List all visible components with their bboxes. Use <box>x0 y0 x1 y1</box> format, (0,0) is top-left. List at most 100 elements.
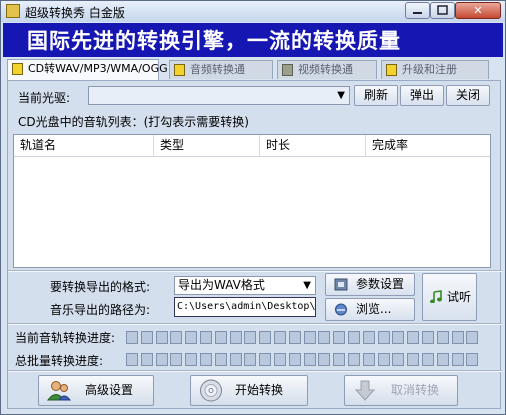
current-progress-label: 当前音轨转换进度: <box>15 331 116 345</box>
browse-button-label: 浏览... <box>356 302 392 316</box>
audio-tab-icon <box>174 64 185 76</box>
cd-disc-icon <box>200 379 222 402</box>
cd-convert-panel: 当前光驱: ▼ 刷新 弹出 关闭 CD光盘中的音轨列表：(打勾表示需要转换) 轨… <box>7 80 502 409</box>
tab-video-convert[interactable]: 视频转换通 <box>277 60 377 79</box>
progress-segment <box>185 331 198 344</box>
progress-segment <box>303 331 316 344</box>
video-tab-icon <box>282 64 293 76</box>
total-progress-label: 总批量转换进度: <box>15 354 104 368</box>
advanced-settings-label: 高级设置 <box>85 383 134 397</box>
progress-segment <box>451 331 464 344</box>
tab-upgrade-register[interactable]: 升级和注册 <box>381 60 489 79</box>
progress-segment <box>466 331 479 344</box>
divider <box>8 323 502 325</box>
track-list-header: 轨道名 类型 时长 完成率 <box>14 135 490 157</box>
progress-segment <box>303 353 316 366</box>
advanced-settings-button[interactable]: 高级设置 <box>38 375 154 406</box>
arrow-down-icon <box>354 380 376 401</box>
progress-segment <box>436 331 449 344</box>
progress-segment <box>155 331 168 344</box>
progress-segment <box>126 331 138 344</box>
column-header-completion[interactable]: 完成率 <box>366 135 490 156</box>
format-select[interactable]: 导出为WAV格式 ▼ <box>174 276 316 295</box>
progress-segment <box>170 353 183 366</box>
drive-select[interactable]: ▼ <box>88 86 350 105</box>
banner-text: 国际先进的转换引擎，一流的转换质量 <box>27 29 401 53</box>
progress-segment <box>436 353 449 366</box>
app-window: 超级转换秀 白金版 ✕ 国际先进的转换引擎，一流的转换质量 CD转WAV/MP3… <box>0 0 506 415</box>
listen-button[interactable]: 试听 <box>422 273 477 321</box>
progress-segment <box>318 331 331 344</box>
progress-segment <box>229 353 242 366</box>
refresh-button[interactable]: 刷新 <box>354 85 398 106</box>
progress-segment <box>200 353 212 366</box>
current-track-progress <box>126 331 481 345</box>
progress-segment <box>362 353 375 366</box>
column-header-duration[interactable]: 时长 <box>260 135 366 156</box>
drive-label: 当前光驱: <box>18 91 71 105</box>
progress-segment <box>362 331 375 344</box>
chevron-down-icon: ▼ <box>303 280 311 291</box>
progress-segment <box>155 353 168 366</box>
window-title: 超级转换秀 白金版 <box>25 6 125 20</box>
tab-audio-convert[interactable]: 音频转换通 <box>169 60 273 79</box>
column-header-type[interactable]: 类型 <box>154 135 260 156</box>
minimize-button[interactable] <box>405 2 430 19</box>
progress-segment <box>407 353 420 366</box>
params-button-label: 参数设置 <box>356 277 405 291</box>
listen-button-label: 试听 <box>447 290 472 304</box>
progress-segment <box>214 353 227 366</box>
app-icon <box>6 4 20 18</box>
eject-button[interactable]: 弹出 <box>400 85 444 106</box>
music-note-icon <box>430 290 442 303</box>
format-select-value: 导出为WAV格式 <box>178 278 265 292</box>
cd-tab-icon <box>12 63 23 75</box>
progress-segment <box>451 353 464 366</box>
banner: 国际先进的转换引擎，一流的转换质量 <box>3 23 503 57</box>
progress-segment <box>422 353 434 366</box>
start-convert-button[interactable]: 开始转换 <box>190 375 308 406</box>
chevron-down-icon: ▼ <box>337 90 345 101</box>
track-list[interactable]: 轨道名 类型 时长 完成率 <box>13 134 491 268</box>
tab-cd-convert[interactable]: CD转WAV/MP3/WMA/OGG <box>7 59 168 80</box>
progress-segment <box>377 353 390 366</box>
progress-segment <box>333 353 346 366</box>
close-icon: ✕ <box>473 4 483 17</box>
folder-tab-icon <box>386 64 397 76</box>
title-bar[interactable]: 超级转换秀 白金版 ✕ <box>1 1 505 22</box>
maximize-icon <box>437 5 448 15</box>
browse-icon <box>335 303 347 316</box>
progress-segment <box>422 331 434 344</box>
close-tray-button[interactable]: 关闭 <box>446 85 490 106</box>
progress-segment <box>244 353 257 366</box>
tracklist-caption: CD光盘中的音轨列表：(打勾表示需要转换) <box>18 115 249 129</box>
cancel-convert-button[interactable]: 取消转换 <box>344 375 458 406</box>
tab-label: 升级和注册 <box>402 63 457 76</box>
tab-label: 视频转换通 <box>298 63 353 76</box>
progress-segment <box>274 353 286 366</box>
start-convert-label: 开始转换 <box>235 383 284 397</box>
progress-segment <box>318 353 331 366</box>
progress-segment <box>259 353 272 366</box>
progress-segment <box>407 331 420 344</box>
output-path-field[interactable]: C:\Users\admin\Desktop\ <box>174 297 316 317</box>
path-label: 音乐导出的路径为: <box>50 303 151 317</box>
progress-segment <box>392 331 405 344</box>
progress-segment <box>214 331 227 344</box>
tab-label: 音频转换通 <box>190 63 245 76</box>
tab-label: CD转WAV/MP3/WMA/OGG <box>28 62 168 75</box>
divider <box>8 270 502 272</box>
params-button[interactable]: 参数设置 <box>325 273 415 296</box>
column-header-track-name[interactable]: 轨道名 <box>14 135 154 156</box>
progress-segment <box>140 331 153 344</box>
progress-segment <box>466 353 479 366</box>
progress-segment <box>348 353 360 366</box>
progress-segment <box>140 353 153 366</box>
close-button[interactable]: ✕ <box>455 2 501 19</box>
maximize-button[interactable] <box>430 2 455 19</box>
browse-button[interactable]: 浏览... <box>325 298 415 321</box>
users-icon <box>47 381 71 401</box>
divider <box>8 370 502 372</box>
progress-segment <box>170 331 183 344</box>
progress-segment <box>274 331 286 344</box>
